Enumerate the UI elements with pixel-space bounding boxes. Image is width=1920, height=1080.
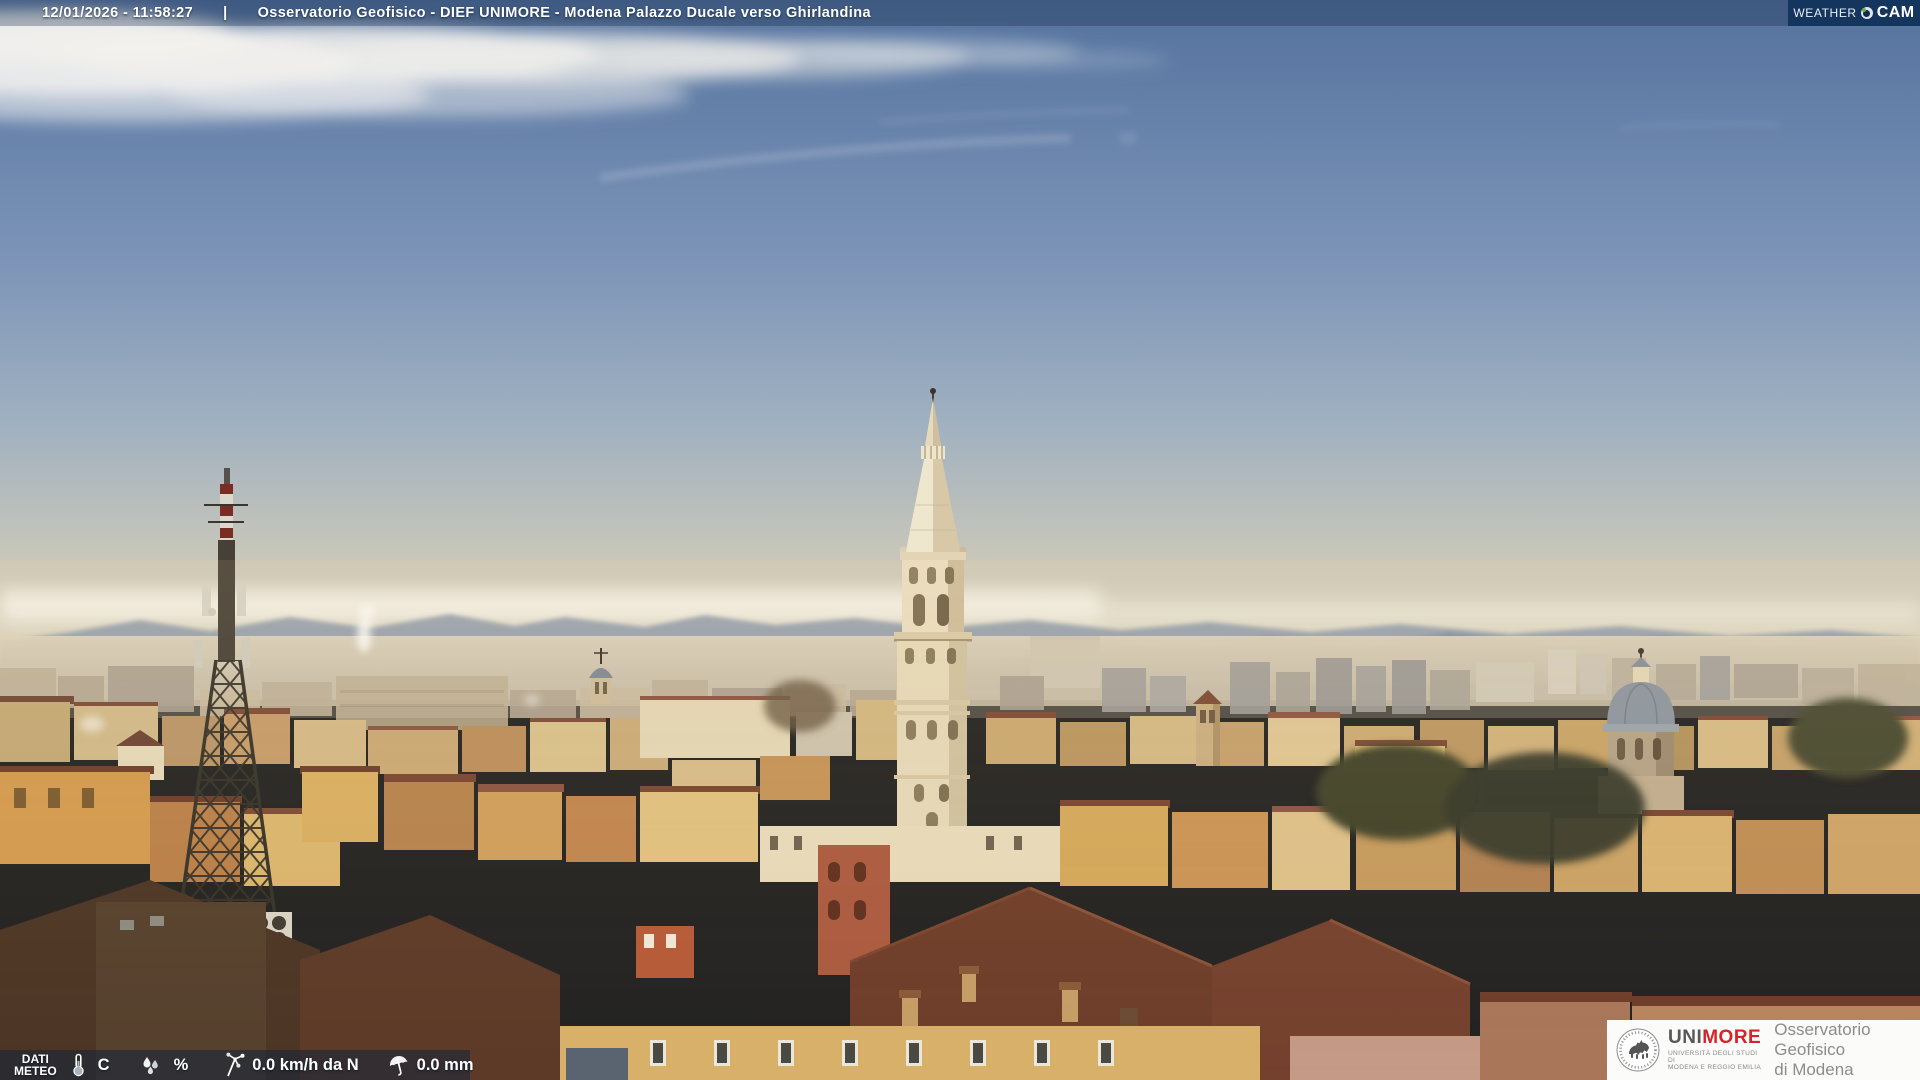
weathercam-word-weather: WEATHER xyxy=(1793,6,1857,20)
umbrella-icon xyxy=(389,1056,408,1076)
weathercam-word-cam: CAM xyxy=(1876,4,1915,21)
observatory-name-line1: Osservatorio Geofisico xyxy=(1774,1020,1871,1059)
unimore-subline2: MODENA E REGGIO EMILIA xyxy=(1668,1064,1762,1072)
unimore-subline1: UNIVERSITÀ DEGLI STUDI DI xyxy=(1668,1050,1758,1064)
wind-value: 0.0 km/h da N xyxy=(252,1055,359,1074)
unimore-more: MORE xyxy=(1702,1026,1762,1048)
rain-value: 0.0 mm xyxy=(416,1055,474,1074)
page-title: Osservatorio Geofisico - DIEF UNIMORE - … xyxy=(257,5,871,21)
humidity-unit: % xyxy=(173,1055,189,1074)
header-bar: 12/01/2026 - 11:58:27 | Osservatorio Geo… xyxy=(0,0,1920,26)
warm-light xyxy=(0,560,1920,1080)
anemometer-icon xyxy=(226,1052,245,1077)
wind-item: 0.0 km/h da N xyxy=(220,1052,359,1078)
thermometer-icon xyxy=(72,1053,84,1077)
weathercam-logo: WEATHER CAM xyxy=(1788,0,1920,26)
observatory-name: Osservatorio Geofisico di Modena xyxy=(1774,1020,1920,1080)
temperature-unit: C xyxy=(97,1055,110,1074)
unimore-wordmark: UNIMORE UNIVERSITÀ DEGLI STUDI DI MODENA… xyxy=(1668,1028,1761,1072)
humidity-item: % xyxy=(140,1054,189,1076)
brand-box: UNIMORE UNIVERSITÀ DEGLI STUDI DI MODENA… xyxy=(1607,1020,1920,1080)
webcam-photo xyxy=(0,0,1920,1080)
webcam-page: 12/01/2026 - 11:58:27 | Osservatorio Geo… xyxy=(0,0,1920,1080)
timestamp: 12/01/2026 - 11:58:27 xyxy=(42,5,194,21)
header-divider: | xyxy=(223,5,228,21)
meteo-label-line2: METEO xyxy=(14,1064,57,1078)
observatory-name-line2: di Modena xyxy=(1774,1060,1854,1079)
temperature-item: C xyxy=(71,1053,110,1077)
rain-item: 0.0 mm xyxy=(387,1053,474,1077)
camera-lens-icon xyxy=(1860,7,1873,19)
unimore-uni: UNI xyxy=(1668,1026,1703,1048)
humidity-drops-icon xyxy=(143,1057,158,1075)
meteo-label: DATI METEO xyxy=(14,1052,57,1078)
meteo-bar: DATI METEO C % 0.0 km/h da N 0.0 mm xyxy=(0,1050,474,1080)
unimore-seal-icon xyxy=(1616,1028,1660,1072)
